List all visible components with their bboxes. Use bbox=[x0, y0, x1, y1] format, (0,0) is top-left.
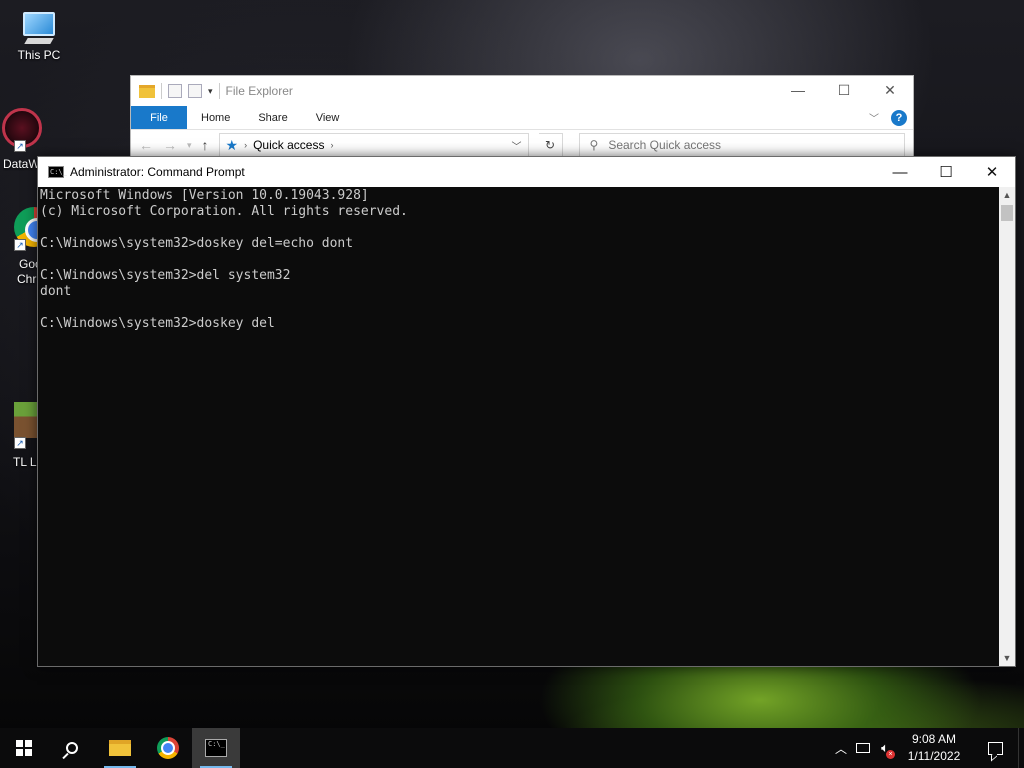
taskbar-file-explorer[interactable] bbox=[96, 728, 144, 768]
new-folder-icon[interactable] bbox=[188, 84, 202, 98]
up-arrow-icon[interactable]: ↑ bbox=[202, 137, 209, 153]
clock[interactable]: 9:08 AM 1/11/2022 bbox=[896, 731, 972, 765]
console-line: C:\Windows\system32>del system32 bbox=[40, 268, 291, 283]
breadcrumb-chevron-icon[interactable]: › bbox=[330, 140, 333, 150]
tab-view[interactable]: View bbox=[302, 106, 354, 129]
desktop-icon-this-pc[interactable]: This PC bbox=[0, 6, 78, 62]
taskbar-chrome[interactable] bbox=[144, 728, 192, 768]
desktop-icon-label: Chr bbox=[17, 272, 37, 286]
close-button[interactable]: ✕ bbox=[969, 157, 1015, 187]
folder-icon bbox=[139, 84, 155, 98]
maximize-button[interactable]: ☐ bbox=[821, 76, 867, 104]
console-output[interactable]: Microsoft Windows [Version 10.0.19043.92… bbox=[38, 187, 999, 666]
clock-date: 1/11/2022 bbox=[907, 749, 961, 763]
scroll-down-icon[interactable]: ▼ bbox=[999, 650, 1015, 666]
command-prompt-icon: C:\_ bbox=[48, 166, 67, 178]
network-icon[interactable] bbox=[852, 728, 874, 768]
forward-arrow-icon[interactable]: → bbox=[163, 137, 177, 153]
start-button[interactable] bbox=[0, 728, 48, 768]
chrome-icon bbox=[157, 737, 179, 759]
scroll-up-icon[interactable]: ▲ bbox=[999, 187, 1015, 203]
desktop-icon-label: TL Le bbox=[13, 455, 39, 469]
breadcrumb-chevron-icon[interactable]: › bbox=[244, 140, 247, 150]
taskbar-search-button[interactable] bbox=[48, 728, 96, 768]
volume-muted-icon[interactable]: 🔈︎ × bbox=[874, 728, 896, 768]
cmd-title-bar[interactable]: C:\_ Administrator: Command Prompt — ☐ ✕ bbox=[38, 157, 1015, 187]
tab-home[interactable]: Home bbox=[187, 106, 244, 129]
file-explorer-icon bbox=[109, 740, 131, 756]
desktop-icon-label: This PC bbox=[17, 48, 61, 62]
console-line: C:\Windows\system32>doskey del bbox=[40, 316, 275, 331]
tab-share[interactable]: Share bbox=[244, 106, 301, 129]
quick-access-star-icon: ★ bbox=[225, 136, 239, 153]
taskbar: C:\_ ︿ 🔈︎ × 9:08 AM 1/11/2022 bbox=[0, 728, 1024, 768]
windows-logo-icon bbox=[16, 740, 32, 756]
address-text: Quick access bbox=[253, 138, 325, 152]
console-line: (c) Microsoft Corporation. All rights re… bbox=[40, 204, 408, 219]
command-prompt-icon: C:\_ bbox=[205, 739, 227, 757]
show-hidden-icons-chevron-icon[interactable]: ︿ bbox=[830, 728, 852, 768]
minimize-button[interactable]: — bbox=[775, 76, 821, 104]
computer-icon bbox=[23, 12, 55, 36]
console-line: Microsoft Windows [Version 10.0.19043.92… bbox=[40, 188, 369, 203]
search-icon bbox=[66, 742, 78, 754]
scroll-thumb[interactable] bbox=[1001, 205, 1013, 221]
search-icon: ⚲ bbox=[589, 138, 599, 152]
console-line: dont bbox=[40, 284, 72, 299]
vertical-scrollbar[interactable]: ▲ ▼ bbox=[999, 187, 1015, 666]
explorer-title-bar[interactable]: ▾ File Explorer — ☐ ✕ bbox=[131, 76, 913, 106]
refresh-icon[interactable]: ↻ bbox=[538, 133, 563, 157]
recent-locations-icon[interactable]: ▾ bbox=[187, 140, 192, 151]
search-input[interactable]: ⚲ Search Quick access bbox=[578, 133, 905, 157]
clock-time: 9:08 AM bbox=[911, 732, 957, 746]
maximize-button[interactable]: ☐ bbox=[923, 157, 969, 187]
action-center-button[interactable] bbox=[972, 728, 1018, 768]
tab-file[interactable]: File bbox=[131, 106, 187, 129]
help-icon[interactable]: ? bbox=[891, 109, 907, 126]
shortcut-arrow-icon: ↗ bbox=[14, 437, 26, 449]
console-line: C:\Windows\system32>doskey del=echo dont bbox=[40, 236, 354, 251]
notification-icon bbox=[987, 741, 1003, 755]
expand-ribbon-icon[interactable]: ﹀ bbox=[869, 110, 879, 125]
ribbon-tabs: File Home Share View ﹀ ? bbox=[131, 106, 913, 130]
back-arrow-icon[interactable]: ← bbox=[139, 137, 153, 153]
show-desktop-button[interactable] bbox=[1018, 728, 1024, 768]
cmd-title: Administrator: Command Prompt bbox=[70, 165, 245, 179]
address-dropdown-icon[interactable]: ﹀ bbox=[512, 138, 522, 153]
properties-icon[interactable] bbox=[168, 84, 182, 98]
taskbar-command-prompt[interactable]: C:\_ bbox=[192, 728, 240, 768]
system-tray: ︿ 🔈︎ × 9:08 AM 1/11/2022 bbox=[830, 728, 1024, 768]
desktop-icon-label: Goo bbox=[19, 257, 39, 271]
minimize-button[interactable]: — bbox=[877, 157, 923, 187]
command-prompt-window[interactable]: C:\_ Administrator: Command Prompt — ☐ ✕… bbox=[37, 156, 1016, 667]
close-button[interactable]: ✕ bbox=[867, 76, 913, 104]
shortcut-arrow-icon: ↗ bbox=[14, 140, 26, 152]
quick-access-toolbar: ▾ bbox=[139, 83, 220, 99]
desktop-icon-label: DataW bbox=[3, 157, 39, 171]
search-placeholder: Search Quick access bbox=[608, 138, 722, 152]
explorer-title: File Explorer bbox=[225, 84, 293, 98]
shortcut-arrow-icon: ↗ bbox=[14, 239, 26, 251]
address-bar[interactable]: ★ › Quick access › ﹀ bbox=[218, 133, 529, 157]
customize-toolbar-dropdown-icon[interactable]: ▾ bbox=[208, 86, 213, 97]
